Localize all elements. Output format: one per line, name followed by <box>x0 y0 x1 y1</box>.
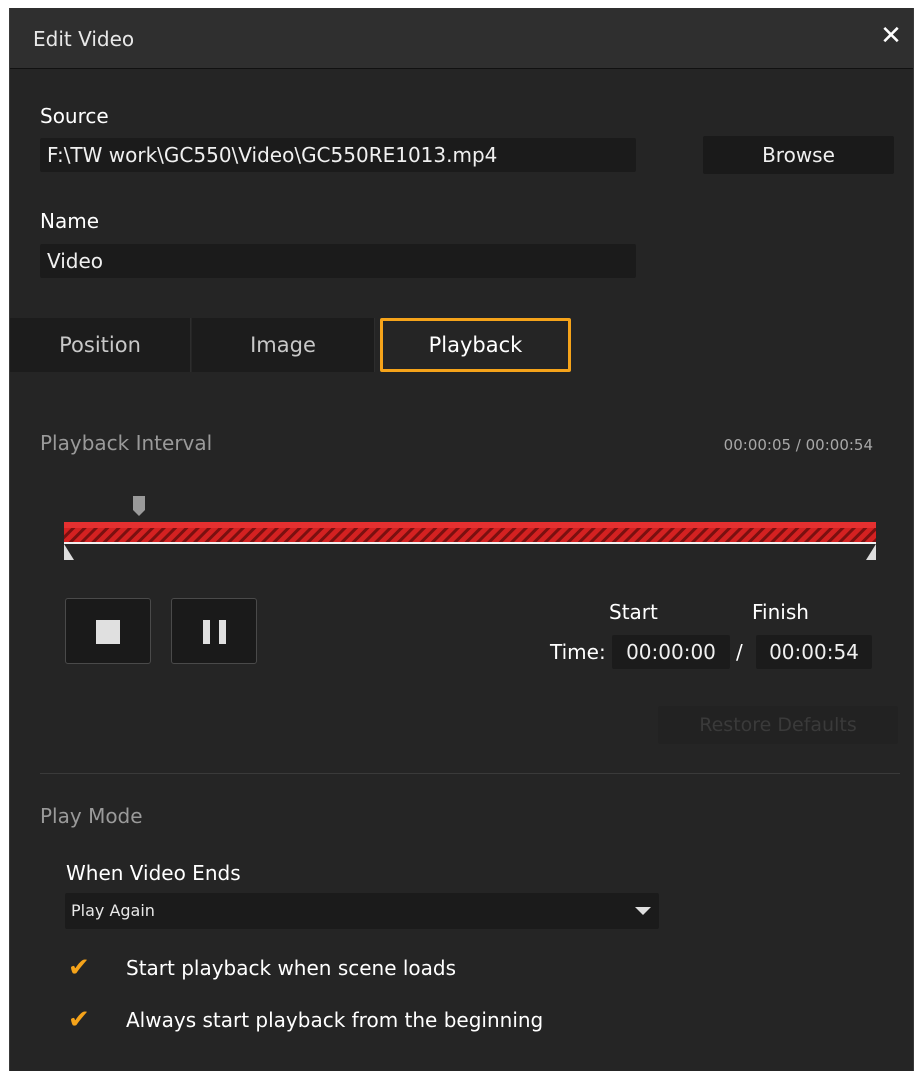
start-on-scene-load-label: Start playback when scene loads <box>126 956 457 980</box>
start-on-scene-load-checkbox[interactable]: ✔ Start playback when scene loads <box>68 953 568 985</box>
when-video-ends-select[interactable]: Play Again <box>65 893 659 929</box>
tab-image[interactable]: Image <box>192 318 375 372</box>
timeline-graphic <box>64 496 876 560</box>
playhead-handle[interactable] <box>133 496 145 516</box>
checkmark-icon: ✔ <box>68 1005 90 1035</box>
timeline[interactable] <box>64 490 878 580</box>
finish-time-field[interactable]: 00:00:54 <box>756 635 872 669</box>
edit-video-dialog: Edit Video ✕ Source F:\TW work\GC550\Vid… <box>9 8 914 1071</box>
start-label: Start <box>609 600 658 624</box>
time-readout: 00:00:05 / 00:00:54 <box>723 436 873 454</box>
time-label: Time: <box>550 640 606 664</box>
chevron-down-icon <box>635 907 651 915</box>
time-separator: / <box>736 640 743 664</box>
stop-button[interactable] <box>65 598 151 664</box>
name-label: Name <box>40 209 100 233</box>
restore-defaults-button[interactable]: Restore Defaults <box>658 706 898 744</box>
when-video-ends-label: When Video Ends <box>66 861 241 885</box>
source-label: Source <box>40 104 109 128</box>
play-mode-label: Play Mode <box>40 804 143 828</box>
tab-position[interactable]: Position <box>10 318 191 372</box>
pause-button[interactable] <box>171 598 257 664</box>
start-from-beginning-checkbox[interactable]: ✔ Always start playback from the beginni… <box>68 1005 668 1037</box>
start-from-beginning-label: Always start playback from the beginning <box>126 1008 544 1032</box>
name-field[interactable]: Video <box>40 244 636 278</box>
end-marker[interactable] <box>866 544 876 560</box>
browse-button[interactable]: Browse <box>703 136 894 174</box>
source-path-field[interactable]: F:\TW work\GC550\Video\GC550RE1013.mp4 <box>40 138 636 172</box>
checkmark-icon: ✔ <box>68 953 90 983</box>
tab-playback[interactable]: Playback <box>380 318 571 372</box>
stop-icon <box>96 620 120 644</box>
playback-interval-label: Playback Interval <box>40 431 213 455</box>
pause-icon <box>203 620 227 644</box>
when-video-ends-value: Play Again <box>71 901 155 920</box>
tab-bar: Position Image Playback <box>10 318 913 372</box>
dialog-title: Edit Video <box>33 27 135 51</box>
title-bar: Edit Video ✕ <box>10 8 913 69</box>
close-icon[interactable]: ✕ <box>877 22 905 50</box>
finish-label: Finish <box>752 600 809 624</box>
start-time-field[interactable]: 00:00:00 <box>612 635 730 669</box>
section-divider <box>40 773 900 774</box>
start-marker[interactable] <box>64 544 74 560</box>
